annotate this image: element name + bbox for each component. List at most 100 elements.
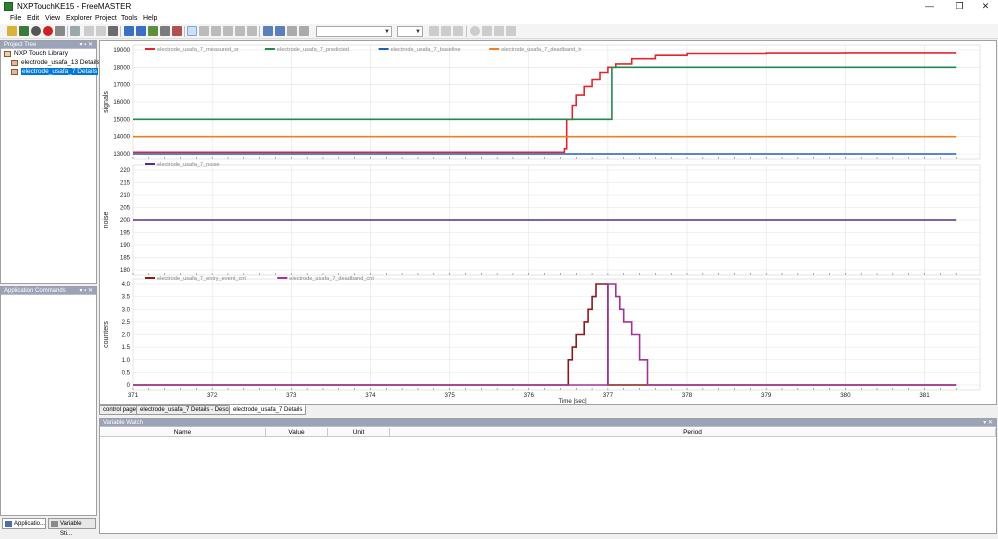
menu-explorer[interactable]: Explorer bbox=[66, 14, 92, 23]
scope-icon bbox=[11, 69, 18, 75]
bold-icon[interactable] bbox=[429, 26, 439, 36]
legend-label: electrode_usafa_7_deadband_cnt bbox=[289, 276, 374, 282]
tree-item-usafa-13[interactable]: electrode_usafa_13 Details bbox=[11, 59, 100, 67]
open-icon[interactable] bbox=[7, 26, 17, 36]
y-tick-label: 195 bbox=[120, 231, 131, 237]
zoom-in-icon[interactable] bbox=[199, 26, 209, 36]
zoom-mode-icon[interactable] bbox=[187, 26, 197, 36]
y-tick-label: 18000 bbox=[113, 65, 130, 71]
y-tick-label: 19000 bbox=[113, 48, 130, 54]
tab-control-page[interactable]: control page bbox=[99, 405, 141, 415]
stimulus-icon bbox=[51, 521, 58, 527]
x-tick-label: 381 bbox=[919, 392, 930, 399]
edit-icon[interactable] bbox=[299, 26, 309, 36]
disconnect-icon[interactable] bbox=[55, 26, 65, 36]
close-button[interactable]: ✕ bbox=[972, 0, 998, 12]
application-commands-title: Application Commands bbox=[4, 288, 66, 294]
align-left-icon[interactable] bbox=[482, 26, 492, 36]
menu-help[interactable]: Help bbox=[143, 14, 157, 23]
stop-icon[interactable] bbox=[43, 26, 53, 36]
variable-watch-header: Variable Watch ▾ ✕ bbox=[100, 419, 996, 427]
font-size-select[interactable]: ▼ bbox=[397, 26, 423, 37]
y-axis-label: signals bbox=[103, 91, 110, 113]
up-icon[interactable] bbox=[263, 26, 273, 36]
commands-icon bbox=[5, 521, 12, 527]
minimize-button[interactable]: — bbox=[916, 0, 943, 12]
column-unit[interactable]: Unit bbox=[328, 428, 390, 437]
x-tick-label: 376 bbox=[524, 392, 535, 399]
y-tick-label: 17000 bbox=[113, 83, 130, 89]
column-period[interactable]: Period bbox=[390, 428, 996, 437]
tab-variable-stimulus[interactable]: Variable Sti... bbox=[48, 518, 96, 537]
y-tick-label: 15000 bbox=[113, 117, 130, 123]
y-axis-label: noise bbox=[103, 212, 110, 229]
panel-controls-icon[interactable]: ▾ ▪ ✕ bbox=[80, 287, 94, 295]
y-tick-label: 16000 bbox=[113, 100, 130, 106]
toolbar: ▼ ▼ bbox=[0, 24, 998, 39]
legend-label: electrode_usafa_7_measured_sr bbox=[157, 47, 239, 53]
y-tick-label: 2.5 bbox=[122, 320, 131, 326]
panel-controls-icon[interactable]: ▾ ▪ ✕ bbox=[80, 41, 94, 49]
x-tick-label: 374 bbox=[365, 392, 376, 399]
legend-label: electrode_usafa_7_entry_event_cnt bbox=[157, 276, 246, 282]
y-tick-label: 13000 bbox=[113, 152, 130, 158]
toolbar-separator bbox=[259, 26, 260, 37]
tab-application-commands[interactable]: Applicatio... bbox=[2, 518, 46, 529]
menu-tools[interactable]: Tools bbox=[121, 14, 137, 23]
font-select[interactable]: ▼ bbox=[316, 26, 392, 37]
title-bar: NXPTouchKE15 - FreeMASTER — ❐ ✕ bbox=[0, 0, 998, 13]
panel-controls-icon[interactable]: ▾ ✕ bbox=[983, 419, 993, 427]
y-tick-label: 185 bbox=[120, 256, 131, 262]
back-icon[interactable] bbox=[124, 26, 134, 36]
tab-details[interactable]: electrode_usafa_7 Details bbox=[229, 405, 307, 415]
down-icon[interactable] bbox=[275, 26, 285, 36]
tree-item-usafa-7[interactable]: electrode_usafa_7 Details bbox=[11, 68, 99, 76]
toolbar-separator bbox=[184, 26, 185, 37]
application-commands-panel: Application Commands ▾ ▪ ✕ bbox=[0, 286, 97, 516]
y-tick-label: 190 bbox=[120, 243, 131, 249]
properties-icon[interactable] bbox=[70, 26, 80, 36]
cut-icon[interactable] bbox=[84, 26, 94, 36]
oscilloscope-view[interactable]: 13000 14000 15000 16000 17000 18000 19000 signa… bbox=[99, 40, 997, 405]
zoom-out-icon[interactable] bbox=[211, 26, 221, 36]
y-tick-label: 215 bbox=[120, 181, 131, 187]
align-right-icon[interactable] bbox=[506, 26, 516, 36]
underline-icon[interactable] bbox=[453, 26, 463, 36]
menu-view[interactable]: View bbox=[45, 14, 60, 23]
y-tick-label: 180 bbox=[120, 268, 131, 274]
project-tree-header: Project Tree ▾ ▪ ✕ bbox=[1, 41, 96, 49]
grid-icon[interactable] bbox=[287, 26, 297, 36]
forward-icon[interactable] bbox=[136, 26, 146, 36]
toolbar-separator bbox=[120, 26, 121, 37]
column-name[interactable]: Name bbox=[100, 428, 266, 437]
fit-icon[interactable] bbox=[247, 26, 257, 36]
maximize-button[interactable]: ❐ bbox=[946, 0, 973, 12]
y-tick-label: 0.5 bbox=[122, 370, 131, 376]
record-icon[interactable] bbox=[31, 26, 41, 36]
refresh-icon[interactable] bbox=[148, 26, 158, 36]
variable-watch-panel: Variable Watch ▾ ✕ Name Value Unit Perio… bbox=[99, 418, 997, 534]
menu-edit[interactable]: Edit bbox=[27, 14, 39, 23]
cursor-icon[interactable] bbox=[235, 26, 245, 36]
align-center-icon[interactable] bbox=[494, 26, 504, 36]
y-tick-label: 0 bbox=[127, 383, 131, 389]
copy-icon[interactable] bbox=[96, 26, 106, 36]
italic-icon[interactable] bbox=[441, 26, 451, 36]
freemaster-app-icon bbox=[4, 2, 13, 11]
menu-bar: File Edit View Explorer Project Tools He… bbox=[0, 13, 998, 24]
stop-scope-icon[interactable] bbox=[160, 26, 170, 36]
chart-icon[interactable] bbox=[172, 26, 182, 36]
variable-watch-title: Variable Watch bbox=[103, 420, 144, 426]
menu-file[interactable]: File bbox=[10, 14, 21, 23]
y-tick-label: 3.0 bbox=[122, 307, 131, 313]
y-tick-label: 3.5 bbox=[122, 295, 131, 301]
save-icon[interactable] bbox=[19, 26, 29, 36]
toolbar-separator bbox=[466, 26, 467, 37]
pan-icon[interactable] bbox=[223, 26, 233, 36]
color-icon[interactable] bbox=[470, 26, 480, 36]
y-tick-label: 220 bbox=[120, 168, 131, 174]
print-icon[interactable] bbox=[108, 26, 118, 36]
tree-root[interactable]: NXP Touch Library bbox=[4, 50, 68, 58]
column-value[interactable]: Value bbox=[266, 428, 328, 437]
menu-project[interactable]: Project bbox=[95, 14, 117, 23]
